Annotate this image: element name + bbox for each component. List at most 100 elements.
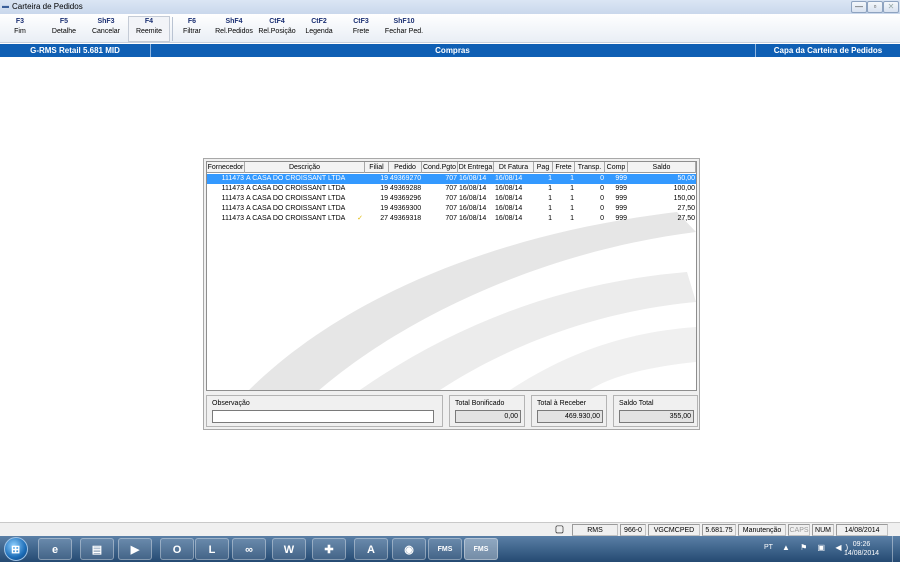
table-row[interactable]: 111473 A CASA DO CROISSANT LTDA 19 49369288… [207,184,696,194]
table-cell-pag: 1 [548,205,552,212]
minimize-button[interactable]: — [851,1,867,13]
toolbar-legenda-button[interactable]: CtF2 Legenda [300,17,338,41]
toolbar-fechar-ped-button[interactable]: ShF10 Fechar Ped. [382,17,426,41]
status-program: VGCMCPED [648,524,700,536]
document-icon: ▢ [551,524,568,536]
table-cell-fornecedor: 111473 [221,185,244,192]
start-button[interactable]: ⊞ [4,537,28,561]
table-cell-entrega: 16/08/14 [459,215,487,222]
word-icon[interactable]: W [272,538,306,560]
maximize-button[interactable]: ▫ [867,1,883,13]
table-row[interactable]: 111473 A CASA DO CROISSANT LTDA 19 49369300… [207,204,696,214]
tray-icons[interactable]: ▲ ⚑ ▣ ◀) [782,543,852,552]
app-plus-icon[interactable]: ✚ [312,538,346,560]
toolbar-cancelar-button[interactable]: ShF3 Cancelar [86,17,126,41]
acrobat-icon[interactable]: A [354,538,388,560]
table-row[interactable]: 111473 A CASA DO CROISSANT LTDA 19 49369296… [207,194,696,204]
table-cell-cond: 707 [445,195,457,202]
toolbar-label: Rel.Pedidos [215,28,253,35]
communicator-icon[interactable]: ∞ [232,538,266,560]
clock[interactable]: 09:26 14/08/2014 [844,540,879,558]
outlook-icon[interactable]: O [160,538,194,560]
table-cell-descricao: A CASA DO CROISSANT LTDA [246,215,346,222]
table-cell-pedido: 49369288 [390,185,422,192]
column-header[interactable]: Frete [553,162,575,173]
ie-icon[interactable]: e [38,538,72,560]
toolbar-label: Reemite [135,28,163,35]
column-header[interactable]: Filial [365,162,389,173]
observacao-label: Observação [212,400,250,407]
table-cell-pedido: 49369300 [390,205,422,212]
table-cell-fornecedor: 111473 [221,215,244,222]
table-cell-fatura: 16/08/14 [495,215,523,222]
table-cell-saldo: 50,00 [677,175,695,182]
lync-icon[interactable]: L [195,538,229,560]
status-date: 14/08/2014 [836,524,888,536]
table-row[interactable]: 111473 A CASA DO CROISSANT LTDA ✓ 27 4936931… [207,214,696,224]
column-header[interactable]: Transp. [575,162,605,173]
toolbar-rel-pedidos-button[interactable]: ShF4 Rel.Pedidos [212,17,256,41]
total-receber-label: Total à Receber [537,400,587,407]
module-name: Compras [435,46,470,55]
window-titlebar[interactable]: ▬ Carteira de Pedidos — ▫ ✕ [0,0,900,14]
language-indicator[interactable]: PT [764,544,773,551]
table-cell-saldo: 150,00 [673,195,695,202]
toolbar-fim-button[interactable]: F3 Fim [2,17,38,41]
rms-app-1[interactable]: FMS [428,538,462,560]
table-cell-fatura: 16/08/14 [495,185,523,192]
table-cell-comp: 999 [615,175,627,182]
table-cell-frete: 1 [570,195,574,202]
column-header[interactable]: Dt Fatura [494,162,534,173]
table-cell-cond: 707 [445,185,457,192]
show-desktop-button[interactable] [892,536,900,562]
explorer-icon[interactable]: ▤ [80,538,114,560]
table-cell-pedido: 49369270 [390,175,422,182]
toolbar-label: Filtrar [183,28,201,35]
network-icon[interactable]: ◉ [392,538,426,560]
column-header[interactable]: Cond.Pgto [422,162,458,173]
toolbar-key: F5 [59,18,69,25]
table-row[interactable]: 111473 A CASA DO CROISSANT LTDA 19 49369270… [207,174,696,184]
table-cell-pedido: 49369318 [390,215,422,222]
table-cell-transp: 0 [600,195,604,202]
table-cell-saldo: 100,00 [673,185,695,192]
media-player-icon[interactable]: ▶ [118,538,152,560]
orders-panel: Fornecedor Descrição Filial Pedido Cond.… [203,158,700,430]
column-header[interactable]: Pag [534,162,553,173]
toolbar-key: ShF3 [97,18,115,25]
check-mark-icon [355,184,365,194]
status-version: 5.681.75 [702,524,736,536]
observacao-input[interactable] [212,410,434,423]
column-header[interactable]: Saldo [628,162,696,173]
check-mark-icon [355,194,365,204]
table-cell-transp: 0 [600,185,604,192]
total-bonificado-value: 0,00 [455,410,521,423]
table-cell-filial: 19 [380,205,388,212]
table-cell-saldo: 27,50 [677,205,695,212]
table-cell-transp: 0 [600,175,604,182]
toolbar-filtrar-button[interactable]: F6 Filtrar [174,17,210,41]
saldo-total-label: Saldo Total [619,400,654,407]
table-cell-comp: 999 [615,215,627,222]
toolbar-reemite-button[interactable]: F4 Reemite [128,16,170,42]
column-header[interactable]: Fornecedor [207,162,245,173]
table-cell-cond: 707 [445,175,457,182]
toolbar-key: F4 [144,18,154,25]
table-cell-pag: 1 [548,185,552,192]
toolbar-frete-button[interactable]: CtF3 Frete [342,17,380,41]
orders-grid[interactable]: Fornecedor Descrição Filial Pedido Cond.… [206,161,697,391]
column-header[interactable]: Comp [605,162,628,173]
column-header[interactable]: Dt Entrega [458,162,494,173]
close-button[interactable]: ✕ [883,1,899,13]
table-cell-pag: 1 [548,175,552,182]
status-branch: 966-0 [620,524,646,536]
toolbar-detalhe-button[interactable]: F5 Detalhe [44,17,84,41]
grid-header: Fornecedor Descrição Filial Pedido Cond.… [207,162,696,173]
toolbar-key: ShF10 [393,18,415,25]
column-header[interactable]: Pedido [389,162,422,173]
toolbar-rel-posicao-button[interactable]: CtF4 Rel.Posição [256,17,298,41]
table-cell-pag: 1 [548,215,552,222]
column-header[interactable]: Descrição [245,162,365,173]
status-caps: CAPS [788,524,810,536]
rms-app-2[interactable]: FMS [464,538,498,560]
